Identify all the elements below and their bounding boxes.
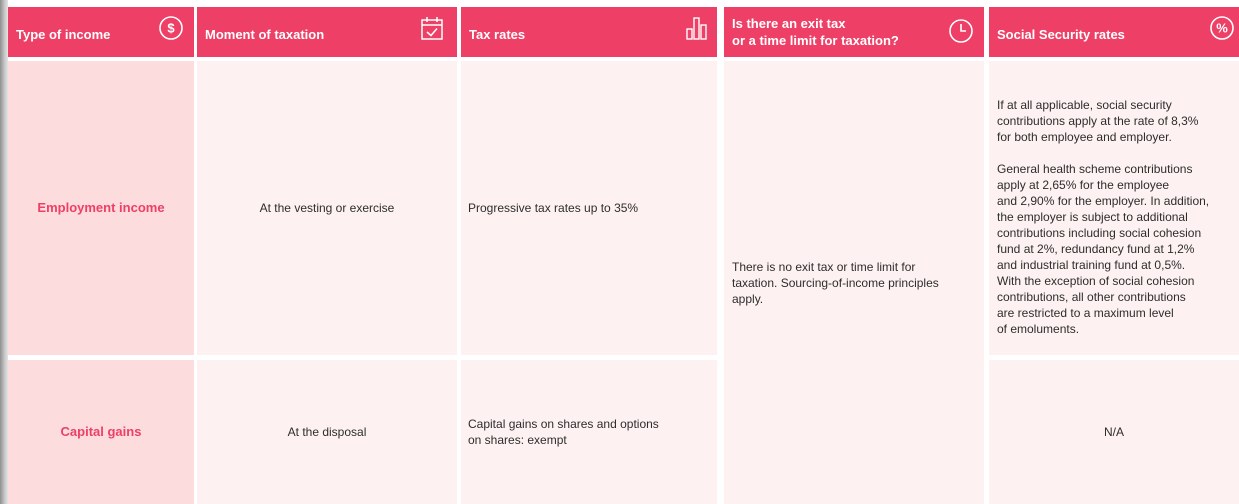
text-line: fund at 2%, redundancy fund at 1,2% xyxy=(997,242,1195,256)
social-paragraph-2: General health scheme contributions appl… xyxy=(997,161,1233,337)
header-label: Social Security rates xyxy=(997,26,1125,42)
text-line: With the exception of social cohesion xyxy=(997,274,1195,288)
text-line: apply. xyxy=(732,291,764,306)
text-line: the employer is subject to additional xyxy=(997,210,1188,224)
cell-rates-capital-gains: Capital gains on shares and options on s… xyxy=(461,360,717,504)
row-label-employment-income: Employment income xyxy=(8,61,194,355)
row-label-capital-gains: Capital gains xyxy=(8,360,194,504)
text-line: Capital gains on shares and options xyxy=(468,417,659,431)
svg-text:%: % xyxy=(1216,21,1228,36)
header-social-security-rates: Social Security rates % xyxy=(989,7,1239,57)
cell-social-employment: If at all applicable, social security co… xyxy=(989,61,1239,355)
bar-chart-icon xyxy=(686,17,707,40)
header-label-line-2: or a time limit for taxation? xyxy=(732,33,899,48)
text-line: General health scheme contributions xyxy=(997,162,1193,176)
text-line: apply at 2,65% for the employee xyxy=(997,178,1170,192)
header-label: Is there an exit tax or a time limit for… xyxy=(724,15,899,49)
exit-tax-text: There is no exit tax or time limit for t… xyxy=(732,259,939,307)
social-paragraph-1: If at all applicable, social security co… xyxy=(997,97,1233,145)
header-label: Tax rates xyxy=(469,26,526,42)
percent-circle-icon: % xyxy=(1210,16,1234,40)
header-label: Type of income xyxy=(16,26,111,42)
header-label-line-1: Is there an exit tax xyxy=(732,16,846,31)
cell-moment-capital-gains: At the disposal xyxy=(197,360,457,504)
svg-text:$: $ xyxy=(167,21,175,36)
text-line: of emoluments. xyxy=(997,322,1080,336)
header-tax-rates: Tax rates xyxy=(461,7,717,57)
text-line: and 2,90% for the employer. In addition, xyxy=(997,194,1210,208)
clock-icon xyxy=(949,19,973,43)
text-line: are restricted to a maximum level xyxy=(997,306,1174,320)
text-line: for both employee and employer. xyxy=(997,130,1172,144)
cell-moment-employment: At the vesting or exercise xyxy=(197,61,457,355)
cell-exit-tax: There is no exit tax or time limit for t… xyxy=(724,61,984,504)
dollar-circle-icon: $ xyxy=(159,16,183,40)
text-line: contributions, all other contributions xyxy=(997,290,1186,304)
cell-social-capital-gains: N/A xyxy=(989,360,1239,504)
text-line: If at all applicable, social security xyxy=(997,98,1172,112)
page-edge-shadow xyxy=(0,0,8,504)
header-moment-of-taxation: Moment of taxation xyxy=(197,7,457,57)
text-line: There is no exit tax or time limit for xyxy=(732,259,916,274)
header-exit-tax: Is there an exit tax or a time limit for… xyxy=(724,7,984,57)
text-line: contributions apply at the rate of 8,3% xyxy=(997,114,1199,128)
header-label: Moment of taxation xyxy=(205,26,325,42)
text-line: on shares: exempt xyxy=(468,433,567,447)
text-line: taxation. Sourcing-of-income principles xyxy=(732,275,939,290)
calendar-check-icon xyxy=(421,17,443,40)
header-type-of-income: Type of income $ xyxy=(8,7,194,57)
cell-rates-employment: Progressive tax rates up to 35% xyxy=(461,61,717,355)
rates-text: Capital gains on shares and options on s… xyxy=(468,416,659,448)
text-line: and industrial training fund at 0,5%. xyxy=(997,258,1186,272)
text-line: contributions including social cohesion xyxy=(997,226,1202,240)
